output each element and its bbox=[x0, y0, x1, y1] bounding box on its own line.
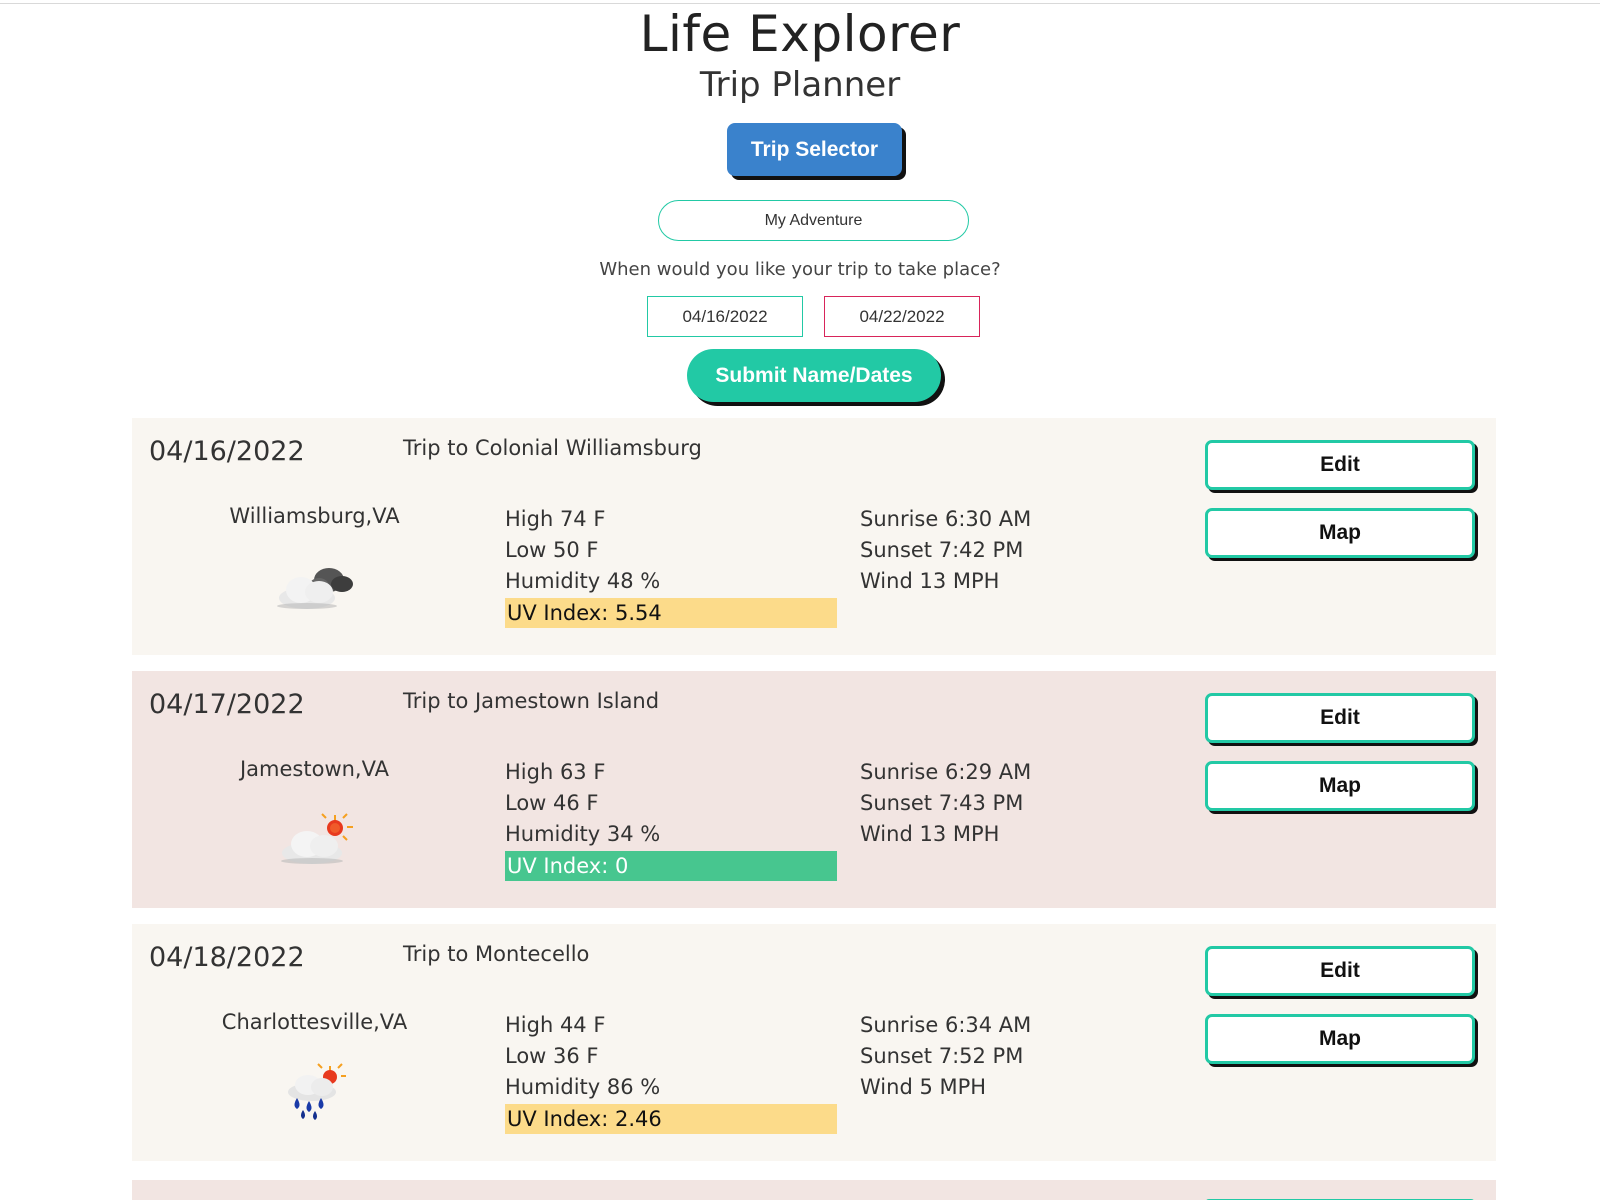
high-temp: High 44 F bbox=[505, 1013, 606, 1037]
weather-details: High 74 F Low 50 F Humidity 48 % bbox=[505, 504, 837, 597]
edit-button[interactable]: Edit bbox=[1205, 946, 1475, 996]
trip-selector-button[interactable]: Trip Selector bbox=[727, 123, 902, 176]
edit-button[interactable]: Edit bbox=[1205, 440, 1475, 490]
humidity: Humidity 86 % bbox=[505, 1075, 661, 1099]
sun-wind-details: Sunrise 6:29 AM Sunset 7:43 PM Wind 13 M… bbox=[860, 757, 1120, 850]
day-card: 04/16/2022 Trip to Colonial Williamsburg… bbox=[132, 418, 1496, 655]
city-name: Jamestown,VA bbox=[239, 757, 389, 781]
edit-button[interactable]: Edit bbox=[1205, 693, 1475, 743]
trip-title: Trip to Montecello bbox=[403, 942, 590, 966]
sunrise: Sunrise 6:34 AM bbox=[860, 1013, 1032, 1037]
map-button[interactable]: Map bbox=[1205, 761, 1475, 811]
sunrise: Sunrise 6:30 AM bbox=[860, 507, 1032, 531]
trip-title: Trip to Colonial Williamsburg bbox=[403, 436, 702, 460]
date-question: When would you like your trip to take pl… bbox=[599, 259, 1001, 280]
sunset: Sunset 7:52 PM bbox=[860, 1044, 1024, 1068]
map-button[interactable]: Map bbox=[1205, 508, 1475, 558]
cloud-icon bbox=[267, 548, 367, 618]
sunrise: Sunrise 6:29 AM bbox=[860, 760, 1032, 784]
weather-details: High 44 F Low 36 F Humidity 86 % bbox=[505, 1010, 837, 1103]
map-button[interactable]: Map bbox=[1205, 1014, 1475, 1064]
wind: Wind 13 MPH bbox=[860, 822, 1000, 846]
day-card: 04/17/2022 Trip to Jamestown Island Jame… bbox=[132, 671, 1496, 908]
low-temp: Low 46 F bbox=[505, 791, 599, 815]
sun-wind-details: Sunrise 6:30 AM Sunset 7:42 PM Wind 13 M… bbox=[860, 504, 1120, 597]
city-name: Williamsburg,VA bbox=[229, 504, 400, 528]
day-date: 04/16/2022 bbox=[149, 436, 305, 467]
submit-name-dates-button[interactable]: Submit Name/Dates bbox=[687, 349, 941, 402]
humidity: Humidity 48 % bbox=[505, 569, 661, 593]
end-date-input[interactable] bbox=[824, 296, 980, 337]
partly-sunny-icon bbox=[267, 801, 367, 871]
app-title: Life Explorer bbox=[639, 5, 961, 63]
city-name: Charlottesville,VA bbox=[221, 1010, 408, 1034]
sunset: Sunset 7:43 PM bbox=[860, 791, 1024, 815]
high-temp: High 63 F bbox=[505, 760, 606, 784]
sun-wind-details: Sunrise 6:34 AM Sunset 7:52 PM Wind 5 MP… bbox=[860, 1010, 1120, 1103]
day-date: 04/18/2022 bbox=[149, 942, 305, 973]
day-card-partial bbox=[132, 1180, 1496, 1200]
uv-index-badge: UV Index: 5.54 bbox=[505, 598, 837, 628]
day-date: 04/17/2022 bbox=[149, 689, 305, 720]
uv-index-badge: UV Index: 2.46 bbox=[505, 1104, 837, 1134]
low-temp: Low 36 F bbox=[505, 1044, 599, 1068]
wind: Wind 5 MPH bbox=[860, 1075, 987, 1099]
app-subtitle: Trip Planner bbox=[699, 65, 901, 105]
uv-index-badge: UV Index: 0 bbox=[505, 851, 837, 881]
sunset: Sunset 7:42 PM bbox=[860, 538, 1024, 562]
humidity: Humidity 34 % bbox=[505, 822, 661, 846]
trip-title: Trip to Jamestown Island bbox=[403, 689, 660, 713]
wind: Wind 13 MPH bbox=[860, 569, 1000, 593]
high-temp: High 74 F bbox=[505, 507, 606, 531]
low-temp: Low 50 F bbox=[505, 538, 599, 562]
start-date-input[interactable] bbox=[647, 296, 803, 337]
rain-sun-icon bbox=[267, 1054, 367, 1124]
day-card: 04/18/2022 Trip to Montecello Charlottes… bbox=[132, 924, 1496, 1161]
weather-details: High 63 F Low 46 F Humidity 34 % bbox=[505, 757, 837, 850]
trip-name-input[interactable] bbox=[658, 200, 969, 241]
